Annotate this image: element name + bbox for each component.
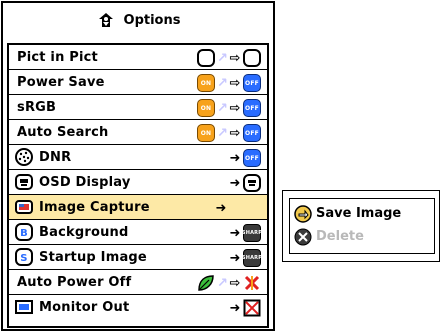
menu-item-label: Power Save [17, 75, 105, 90]
off-icon: OFF [243, 74, 261, 92]
dnr-setting: ➜ OFF [229, 149, 261, 167]
submenu-item-label: Delete [316, 229, 364, 244]
off-icon: OFF [243, 99, 261, 117]
submenu-list: Save Image Delete [289, 198, 435, 254]
menu-item-auto-search[interactable]: Auto Search ON ↗ ⇨ OFF [9, 120, 267, 145]
menu-item-power-save[interactable]: Power Save ON ↗ ⇨ OFF [9, 70, 267, 95]
image-capture-icon [15, 198, 33, 216]
auto-power-off-setting: ↗ ⇨ [197, 274, 261, 292]
off-icon: OFF [243, 124, 261, 142]
menu-item-dnr[interactable]: DNR ➜ OFF [9, 145, 267, 170]
options-list: Pict in Pict ↗ ⇨ Power Save ON ↗ ⇨ OFF s… [7, 43, 269, 328]
arrow-right-icon: ➜ [229, 150, 241, 166]
srgb-setting: ON ↗ ⇨ OFF [197, 99, 261, 117]
pip-on-icon [243, 49, 261, 67]
menu-item-label: Background [39, 225, 129, 240]
arrow-right-icon: ⇨ [229, 50, 241, 66]
faded-arrow-icon: ↗ [217, 275, 229, 291]
arrow-right-icon: ⇨ [229, 125, 241, 141]
auto-search-setting: ON ↗ ⇨ OFF [197, 124, 261, 142]
svg-text:S: S [20, 253, 27, 264]
menu-item-label: Auto Search [17, 125, 109, 140]
leaf-icon [197, 274, 215, 292]
off-icon: OFF [243, 149, 261, 167]
menu-item-label: Auto Power Off [17, 275, 132, 290]
menu-item-label: Monitor Out [39, 300, 130, 315]
pip-off-icon [197, 49, 215, 67]
monitor-out-setting: ➜ [229, 299, 261, 317]
menu-item-label: sRGB [17, 100, 57, 115]
menu-item-osd-display[interactable]: OSD Display ➜ [9, 170, 267, 195]
svg-text:B: B [20, 228, 28, 239]
faded-arrow-icon: ↗ [217, 125, 229, 141]
submenu-item-save-image[interactable]: Save Image [290, 203, 434, 225]
arrow-right-icon: ➜ [229, 300, 241, 316]
background-icon: B [15, 223, 33, 241]
arrow-right-icon: ➜ [229, 175, 241, 191]
sharp-logo-icon: SHARP [242, 249, 262, 267]
image-capture-submenu: Save Image Delete [282, 190, 440, 262]
disabled-box-icon [243, 299, 261, 317]
save-image-icon [294, 205, 312, 223]
menu-title: Options [3, 3, 273, 37]
arrow-right-icon: ⇨ [229, 75, 241, 91]
pip-setting: ↗ ⇨ [197, 49, 261, 67]
arrow-right-icon: ➜ [215, 200, 227, 216]
menu-item-label: Startup Image [39, 250, 147, 265]
menu-item-label: Pict in Pict [17, 50, 98, 65]
menu-title-label: Options [123, 12, 181, 28]
menu-item-label: OSD Display [39, 175, 131, 190]
menu-item-auto-power-off[interactable]: Auto Power Off ↗ ⇨ [9, 270, 267, 295]
sharp-logo-icon: SHARP [242, 224, 262, 242]
options-menu: Options Pict in Pict ↗ ⇨ Power Save ON ↗… [1, 1, 275, 331]
osd-display-icon [15, 173, 33, 191]
menu-item-monitor-out[interactable]: Monitor Out ➜ [9, 295, 267, 320]
menu-item-pict-in-pict[interactable]: Pict in Pict ↗ ⇨ [9, 45, 267, 70]
arrow-right-icon: ⇨ [229, 100, 241, 116]
delete-icon [294, 228, 312, 246]
startup-image-setting: ➜ SHARP [229, 249, 262, 267]
submenu-item-label: Save Image [316, 206, 402, 221]
faded-arrow-icon: ↗ [217, 50, 229, 66]
monitor-out-icon [15, 298, 33, 316]
arrow-right-icon: ⇨ [229, 275, 241, 291]
on-icon: ON [197, 99, 215, 117]
arrow-right-icon: ➜ [229, 250, 241, 266]
arrow-right-icon: ➜ [229, 225, 241, 241]
on-icon: ON [197, 124, 215, 142]
submenu-item-delete: Delete [290, 226, 434, 248]
background-setting: ➜ SHARP [229, 224, 262, 242]
options-icon [96, 10, 116, 30]
menu-item-label: Image Capture [39, 200, 150, 215]
menu-item-startup-image[interactable]: S Startup Image ➜ SHARP [9, 245, 267, 270]
menu-item-background[interactable]: B Background ➜ SHARP [9, 220, 267, 245]
power-save-setting: ON ↗ ⇨ OFF [197, 74, 261, 92]
image-capture-setting: ➜ [215, 199, 227, 217]
faded-arrow-icon: ↗ [217, 100, 229, 116]
osd-display-setting: ➜ [229, 174, 261, 192]
dnr-icon [15, 148, 33, 166]
startup-image-icon: S [15, 248, 33, 266]
menu-item-image-capture[interactable]: Image Capture ➜ [9, 195, 267, 220]
faded-arrow-icon: ↗ [217, 75, 229, 91]
on-icon: ON [197, 74, 215, 92]
menu-item-srgb[interactable]: sRGB ON ↗ ⇨ OFF [9, 95, 267, 120]
power-off-x-icon [243, 274, 261, 292]
menu-item-label: DNR [39, 150, 72, 165]
osd-display-state-icon [243, 174, 261, 192]
